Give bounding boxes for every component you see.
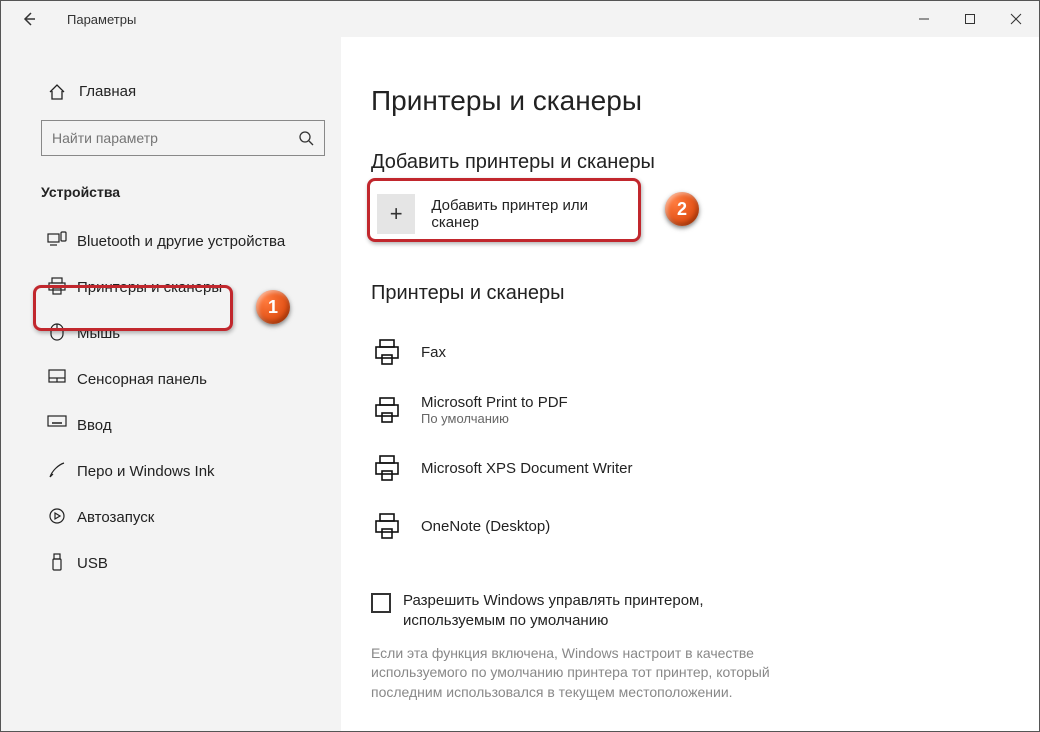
sidebar-item-pen[interactable]: Перо и Windows Ink (1, 448, 341, 494)
printer-icon (47, 277, 67, 295)
sidebar-item-label: USB (77, 555, 108, 572)
sidebar-item-label: Перо и Windows Ink (77, 463, 215, 480)
settings-window: Параметры Главная Устройства (0, 0, 1040, 732)
plus-icon: + (377, 194, 415, 234)
list-section-heading: Принтеры и сканеры (371, 282, 1009, 305)
sidebar-item-usb[interactable]: USB (1, 540, 341, 586)
printer-name: Microsoft XPS Document Writer (421, 460, 632, 477)
sidebar-item-label: Bluetooth и другие устройства (77, 233, 285, 250)
mouse-icon (47, 323, 67, 341)
home-label: Главная (79, 83, 136, 100)
sidebar-item-label: Сенсорная панель (77, 371, 207, 388)
default-printer-checkbox[interactable]: Разрешить Windows управлять принтером, и… (371, 591, 801, 632)
search-box[interactable] (41, 120, 325, 156)
titlebar: Параметры (1, 1, 1039, 37)
sidebar: Главная Устройства Bluetooth и другие ус… (1, 37, 341, 731)
printer-name: Fax (421, 344, 446, 361)
printer-item-fax[interactable]: Fax (371, 323, 1009, 381)
close-icon (1010, 13, 1022, 25)
printer-device-icon (371, 396, 403, 424)
printer-sub: По умолчанию (421, 411, 568, 426)
sidebar-item-label: Мышь (77, 325, 120, 342)
sidebar-item-label: Ввод (77, 417, 112, 434)
annotation-callout-2: 2 (665, 192, 699, 226)
add-printer-button[interactable]: + Добавить принтер или сканер (371, 186, 631, 242)
sidebar-item-mouse[interactable]: Мышь (1, 310, 341, 356)
printer-device-icon (371, 454, 403, 482)
devices-icon (47, 231, 67, 249)
search-icon (298, 130, 314, 146)
checkbox-label: Разрешить Windows управлять принтером, и… (403, 591, 801, 632)
printer-device-icon (371, 338, 403, 366)
arrow-left-icon (21, 11, 37, 27)
back-button[interactable] (15, 5, 43, 33)
printer-item-onenote[interactable]: OneNote (Desktop) (371, 497, 1009, 555)
autoplay-icon (47, 507, 67, 525)
minimize-button[interactable] (901, 1, 947, 37)
home-nav[interactable]: Главная (1, 73, 341, 110)
keyboard-icon (47, 415, 67, 427)
printer-item-xps[interactable]: Microsoft XPS Document Writer (371, 439, 1009, 497)
touchpad-icon (47, 369, 67, 383)
sidebar-item-label: Автозапуск (77, 509, 154, 526)
printer-name: OneNote (Desktop) (421, 518, 550, 535)
usb-icon (47, 553, 67, 571)
sidebar-item-printers[interactable]: Принтеры и сканеры (1, 264, 341, 310)
sidebar-item-label: Принтеры и сканеры (77, 279, 222, 296)
window-title: Параметры (67, 12, 136, 27)
close-button[interactable] (993, 1, 1039, 37)
printer-item-pdf[interactable]: Microsoft Print to PDF По умолчанию (371, 381, 1009, 439)
checkbox-icon (371, 593, 391, 613)
sidebar-item-typing[interactable]: Ввод (1, 402, 341, 448)
page-title: Принтеры и сканеры (371, 85, 1009, 117)
add-printer-label: Добавить принтер или сканер (431, 197, 631, 231)
search-input[interactable] (52, 130, 298, 146)
sidebar-item-touchpad[interactable]: Сенсорная панель (1, 356, 341, 402)
pen-icon (47, 461, 67, 479)
maximize-button[interactable] (947, 1, 993, 37)
home-icon (47, 83, 67, 101)
sidebar-item-autoplay[interactable]: Автозапуск (1, 494, 341, 540)
maximize-icon (964, 13, 976, 25)
printer-device-icon (371, 512, 403, 540)
main-pane: Принтеры и сканеры Добавить принтеры и с… (341, 37, 1039, 731)
sidebar-category: Устройства (1, 174, 341, 218)
printer-name: Microsoft Print to PDF (421, 394, 568, 411)
sidebar-item-bluetooth[interactable]: Bluetooth и другие устройства (1, 218, 341, 264)
minimize-icon (918, 13, 930, 25)
add-section-heading: Добавить принтеры и сканеры (371, 151, 1009, 174)
annotation-callout-1: 1 (256, 290, 290, 324)
hint-text: Если эта функция включена, Windows настр… (371, 644, 801, 703)
